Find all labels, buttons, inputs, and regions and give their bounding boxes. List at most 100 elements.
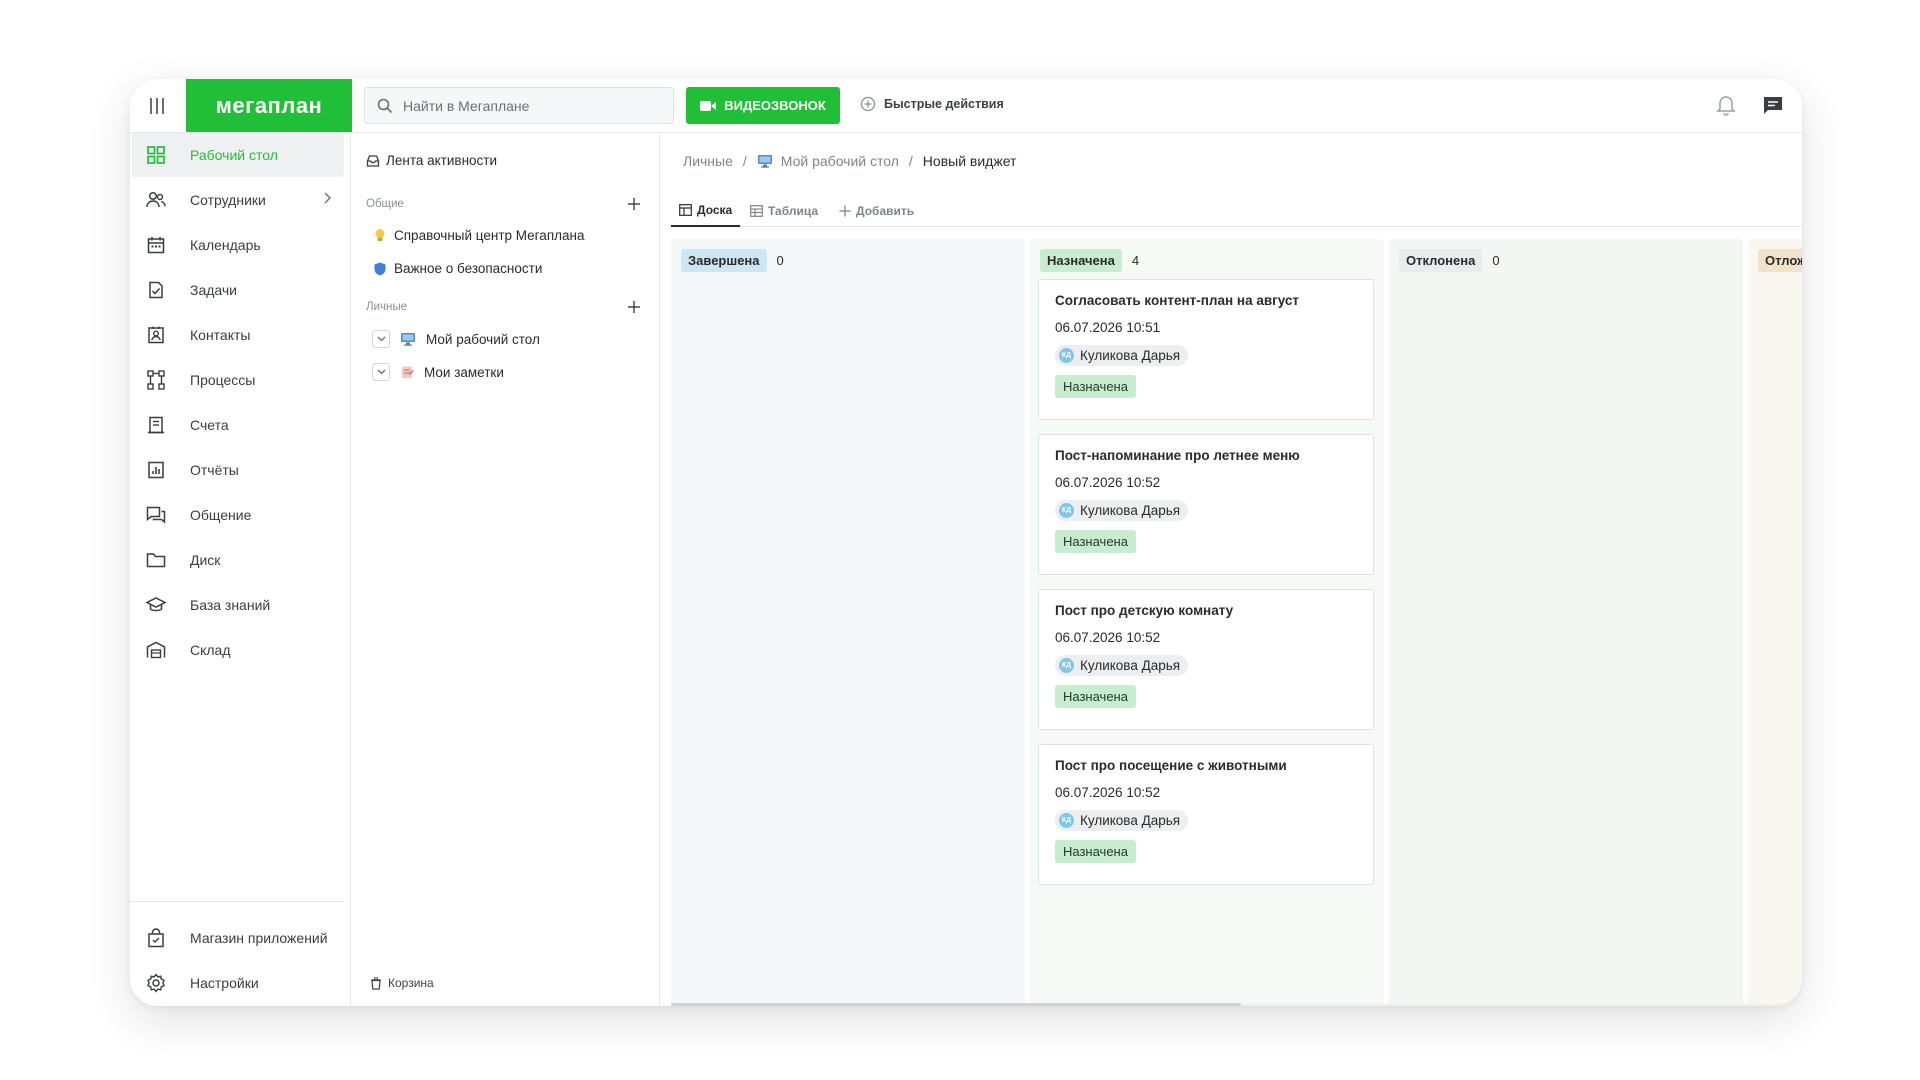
- widget-item-my-notes[interactable]: Мои заметки: [372, 363, 504, 381]
- task-date: 06.07.2026 10:51: [1055, 320, 1161, 335]
- sidebar-item-calendar[interactable]: Календарь: [132, 223, 344, 267]
- task-assignee[interactable]: КД Куликова Дарья: [1055, 345, 1189, 366]
- task-date: 06.07.2026 10:52: [1055, 785, 1161, 800]
- widget-item-label: Мой рабочий стол: [426, 331, 540, 347]
- sidebar-item-label: Магазин приложений: [190, 930, 328, 946]
- add-personal-plus-icon[interactable]: [626, 299, 642, 315]
- sidebar-item-settings[interactable]: Настройки: [132, 961, 344, 1005]
- task-card[interactable]: Согласовать контент-план на август 06.07…: [1038, 279, 1374, 420]
- breadcrumb: Личные / Мой рабочий стол / Новый виджет: [683, 153, 1016, 169]
- report-chart-icon: [146, 460, 166, 480]
- trash-label: Корзина: [388, 976, 434, 990]
- sidebar-item-label: Настройки: [190, 975, 259, 991]
- task-date: 06.07.2026 10:52: [1055, 475, 1161, 490]
- sidebar-item-communication[interactable]: Общение: [132, 493, 344, 537]
- widget-panel: Лента активности Общие Справочный центр …: [352, 133, 660, 1006]
- widget-item-label: Мои заметки: [424, 364, 504, 380]
- monitor-icon: [401, 333, 415, 346]
- search-input[interactable]: [403, 97, 663, 114]
- avatar: КД: [1059, 658, 1074, 673]
- task-assignee[interactable]: КД Куликова Дарья: [1055, 655, 1189, 676]
- process-flow-icon: [146, 370, 166, 390]
- activity-feed-label: Лента активности: [386, 153, 498, 168]
- widget-item-security[interactable]: Важное о безопасности: [374, 261, 542, 276]
- sidebar-item-reports[interactable]: Отчёты: [132, 448, 344, 492]
- task-assignee[interactable]: КД Куликова Дарья: [1055, 500, 1189, 521]
- sidebar-item-app-store[interactable]: Магазин приложений: [132, 916, 344, 960]
- sidebar-item-label: Склад: [190, 642, 231, 658]
- widget-item-label: Справочный центр Мегаплана: [394, 228, 585, 243]
- notifications-bell-icon[interactable]: [1716, 94, 1736, 121]
- sidebar-item-contacts[interactable]: Контакты: [132, 313, 344, 357]
- column-count: 0: [1492, 253, 1500, 268]
- plus-icon: [839, 205, 851, 217]
- section-common-label: Общие: [366, 198, 404, 210]
- column-header: Завершена 0: [681, 249, 784, 272]
- menu-toggle-icon[interactable]: [144, 94, 170, 118]
- sidebar-item-label: Счета: [190, 417, 229, 433]
- column-count: 4: [1131, 253, 1140, 268]
- task-date: 06.07.2026 10:52: [1055, 630, 1161, 645]
- sidebar: Рабочий стол Сотрудники Календарь Задачи…: [130, 133, 351, 1006]
- quick-actions-label: Быстрые действия: [884, 97, 1004, 111]
- sidebar-item-desktop[interactable]: Рабочий стол: [132, 133, 344, 177]
- tab-label: Таблица: [768, 204, 819, 218]
- sidebar-item-label: База знаний: [190, 597, 271, 613]
- sidebar-item-knowledge-base[interactable]: База знаний: [132, 583, 344, 627]
- top-bar: мегаплан ВИДЕОЗВОНОК Быстрые действия: [130, 79, 1802, 133]
- quick-actions-button[interactable]: Быстрые действия: [860, 96, 1004, 112]
- tab-add[interactable]: Добавить: [831, 195, 922, 227]
- tab-label: Добавить: [856, 204, 915, 218]
- search-box[interactable]: [364, 87, 674, 124]
- sidebar-item-employees[interactable]: Сотрудники: [132, 178, 344, 222]
- tab-label: Доска: [697, 203, 733, 217]
- widget-item-help-center[interactable]: Справочный центр Мегаплана: [374, 228, 584, 243]
- task-assignee[interactable]: КД Куликова Дарья: [1055, 810, 1189, 831]
- widget-item-my-desktop[interactable]: Мой рабочий стол: [372, 330, 540, 348]
- board-icon: [679, 204, 692, 216]
- column-header: Назначена 4: [1040, 249, 1139, 272]
- board-column-assigned: Назначена 4 Согласовать контент-план на …: [1030, 239, 1384, 1006]
- board-column-done: Завершена 0: [671, 239, 1025, 1006]
- chevron-down-icon[interactable]: [372, 363, 390, 381]
- activity-feed-link[interactable]: Лента активности: [366, 153, 497, 168]
- sidebar-item-disk[interactable]: Диск: [132, 538, 344, 582]
- dashboard-icon: [146, 145, 166, 165]
- task-title: Пост-напоминание про летнее меню: [1055, 448, 1300, 463]
- board-column-postponed: Отлож: [1748, 239, 1802, 1006]
- logo[interactable]: мегаплан: [186, 79, 352, 132]
- inbox-icon: [366, 154, 380, 167]
- sidebar-item-tasks[interactable]: Задачи: [132, 268, 344, 312]
- add-common-plus-icon[interactable]: [626, 196, 642, 212]
- sidebar-divider: [130, 901, 344, 902]
- tab-board[interactable]: Доска: [671, 195, 741, 227]
- breadcrumb-root[interactable]: Личные: [683, 153, 733, 169]
- task-check-icon: [146, 280, 166, 300]
- horizontal-scrollbar[interactable]: [671, 1003, 1802, 1006]
- video-call-button[interactable]: ВИДЕОЗВОНОК: [686, 87, 840, 124]
- task-card[interactable]: Пост про детскую комнату 06.07.2026 10:5…: [1038, 589, 1374, 730]
- sidebar-item-invoices[interactable]: Счета: [132, 403, 344, 447]
- assignee-name: Куликова Дарья: [1080, 503, 1181, 518]
- assignee-name: Куликова Дарья: [1080, 348, 1181, 363]
- app-window: мегаплан ВИДЕОЗВОНОК Быстрые действия Ра…: [130, 79, 1802, 1006]
- notes-icon: [402, 366, 414, 378]
- task-card[interactable]: Пост-напоминание про летнее меню 06.07.2…: [1038, 434, 1374, 575]
- sidebar-item-label: Сотрудники: [190, 192, 266, 208]
- trash-link[interactable]: Корзина: [370, 976, 434, 990]
- view-tabs: Доска Таблица Добавить: [671, 195, 1802, 227]
- sidebar-item-processes[interactable]: Процессы: [132, 358, 344, 402]
- breadcrumb-separator: /: [742, 153, 747, 169]
- widget-item-label: Важное о безопасности: [394, 261, 543, 276]
- plus-circle-icon: [860, 96, 876, 112]
- tab-table[interactable]: Таблица: [742, 195, 826, 227]
- avatar: КД: [1059, 813, 1074, 828]
- breadcrumb-parent[interactable]: Мой рабочий стол: [757, 153, 899, 169]
- scrollbar-thumb[interactable]: [671, 1003, 1241, 1006]
- sidebar-item-warehouse[interactable]: Склад: [132, 628, 344, 672]
- task-card[interactable]: Пост про посещение с животными 06.07.202…: [1038, 744, 1374, 885]
- messages-icon[interactable]: [1762, 94, 1784, 121]
- board-column-rejected: Отклонена 0: [1389, 239, 1743, 1006]
- chevron-down-icon[interactable]: [372, 330, 390, 348]
- task-title: Пост про детскую комнату: [1055, 603, 1234, 618]
